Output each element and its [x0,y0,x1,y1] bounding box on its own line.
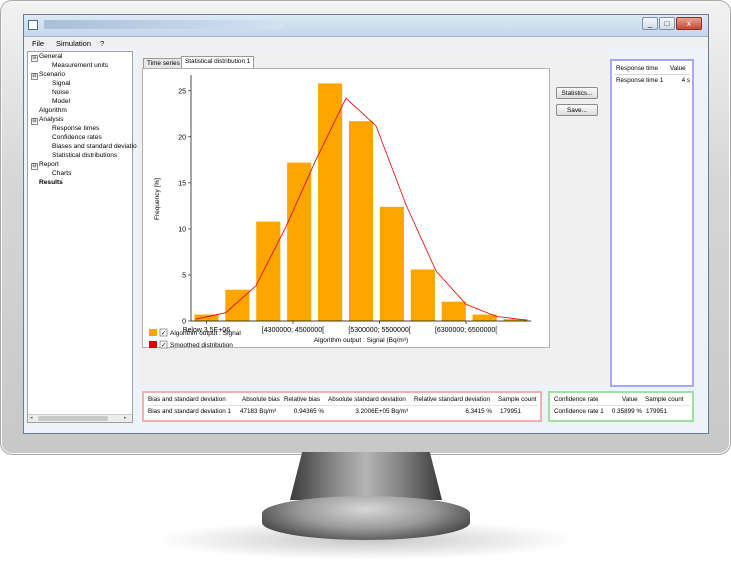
bias-header-1: Absolute bias [242,396,280,403]
histogram-bar [348,121,374,321]
bias-divider [146,405,538,406]
legend-check-icon: ✓ [161,342,166,349]
histogram-bar [318,83,343,321]
collapse-report-icon[interactable]: ⊟ [31,163,38,170]
app-window: _ □ x File Simulation ? ⊟ General Measur… [23,14,709,434]
histogram-bar [379,206,404,321]
legend-swatch [149,341,157,348]
bias-row-relative-sd[interactable]: 6.3415 % [450,408,492,415]
title-bar[interactable]: _ □ x [24,15,708,37]
confidence-table: Confidence rate Value Sample count Confi… [548,391,694,422]
y-tick-label: 5 [182,272,186,279]
minimize-button[interactable]: _ [642,17,658,30]
response-time-table: Response time Value Response time 1 4 s [610,59,694,387]
save-button[interactable]: Save... [556,104,598,116]
bias-row-relative-bias[interactable]: 0.94365 % [284,408,324,415]
confidence-header-2: Sample count [645,396,684,403]
confidence-divider [552,405,690,406]
content-panel: Time series Statistical distribution 1 0… [138,51,608,385]
y-tick-label: 25 [178,88,186,95]
histogram-bar [410,269,435,321]
bias-header-0: Bias and standard deviation [148,396,226,403]
y-axis-title: Frequency [%] [154,178,161,220]
tree-item-report[interactable]: Report [39,161,59,169]
bias-row-sample-count[interactable]: 179951 [500,408,521,415]
bias-row-name[interactable]: Bias and standard deviation 1 [148,408,231,415]
x-tick-label: [5300000; 5500000[ [348,327,410,334]
collapse-general-icon[interactable]: ⊟ [31,55,38,62]
tree-item-algorithm[interactable]: Algorithm [39,107,67,115]
statistics-button[interactable]: Statistics... [556,87,598,99]
tree-item-measurement-units[interactable]: Measurement units [52,62,108,70]
tree-item-scenario[interactable]: Scenario [39,71,65,79]
tree-item-charts[interactable]: Charts [52,170,71,178]
monitor-stand-base [262,496,470,540]
confidence-row-sample-count[interactable]: 179951 [646,408,667,415]
tree-item-confidence-rates[interactable]: Confidence rates [52,134,102,142]
tree-item-general[interactable]: General [39,53,62,61]
bias-header-3: Absolute standard deviation [328,396,406,403]
tree-item-noise[interactable]: Noise [52,89,69,97]
tree-item-biases[interactable]: Biases and standard deviatio [52,143,137,151]
y-tick-label: 20 [178,134,186,141]
tree-horizontal-scrollbar[interactable]: ◂ ▸ [28,414,132,422]
scroll-thumb[interactable] [38,416,108,421]
confidence-row-value[interactable]: 0.35899 % [602,408,642,415]
response-row-name[interactable]: Response time 1 [616,77,663,84]
response-header-value: Value [670,65,686,72]
bias-row-absolute-bias[interactable]: 47183 Bq/m³ [240,408,276,415]
window-title-blurred [44,20,284,29]
close-button[interactable]: x [676,17,702,30]
tree-item-response-times[interactable]: Response times [52,125,99,133]
confidence-header-1: Value [622,396,638,403]
histogram-chart: 0510152025Below 3.5E+06 [4300000; 4500000… [149,75,531,349]
y-tick-label: 15 [178,180,186,187]
x-axis-title: Algorithm output : Signal (Bq/m³) [314,337,408,344]
x-tick-label: [6300000; 6500000[ [435,327,497,334]
histogram-bar [194,314,219,321]
bias-header-5: Sample count [498,396,537,403]
y-tick-label: 0 [182,319,186,326]
histogram-bar [256,221,281,321]
legend-label: Algorithm output : Signal [170,330,241,337]
scroll-right-icon[interactable]: ▸ [124,416,129,421]
tree-item-signal[interactable]: Signal [52,80,70,88]
tree-item-statistical-distributions[interactable]: Statistical distributions [52,152,117,160]
confidence-row-name[interactable]: Confidence rate 1 [554,408,604,415]
menu-simulation[interactable]: Simulation [56,39,91,48]
tab-page: 0 5 10 15 20 25 Below 3.5E+06 [4300000; 4500000… [142,68,550,349]
monitor-stand-neck [290,452,442,500]
menu-bar: File Simulation ? [24,37,708,49]
app-icon [28,20,38,30]
histogram-bar [441,301,466,321]
response-row-value[interactable]: 4 s [668,77,690,84]
bias-row-absolute-sd[interactable]: 3.2006E+05 Bq/m³ [336,408,408,415]
histogram-bar [287,162,312,321]
menu-file[interactable]: File [32,39,44,48]
tree-item-results[interactable]: Results [39,179,63,187]
confidence-header-0: Confidence rate [554,396,599,403]
collapse-analysis-icon[interactable]: ⊟ [31,118,38,125]
legend-check-icon: ✓ [161,330,166,337]
tree-item-analysis[interactable]: Analysis [39,116,64,124]
menu-help[interactable]: ? [100,39,104,48]
bias-table: Bias and standard deviation Absolute bia… [142,391,542,422]
maximize-button[interactable]: □ [659,17,675,30]
bias-header-2: Relative bias [284,396,321,403]
tree-item-model[interactable]: Model [52,98,70,106]
legend-label: Smoothed distribution [170,342,233,349]
legend-swatch [149,329,157,336]
x-tick-label: [4300000; 4500000[ [262,327,324,334]
response-divider [614,74,690,75]
bias-header-4: Relative standard deviation [414,396,490,403]
collapse-scenario-icon[interactable]: ⊟ [31,73,38,80]
scroll-left-icon[interactable]: ◂ [30,416,35,421]
y-tick-label: 10 [178,226,186,233]
navigation-tree: ⊟ General Measurement units ⊟ Scenario S… [27,51,137,423]
response-header-name: Response time [616,65,658,72]
